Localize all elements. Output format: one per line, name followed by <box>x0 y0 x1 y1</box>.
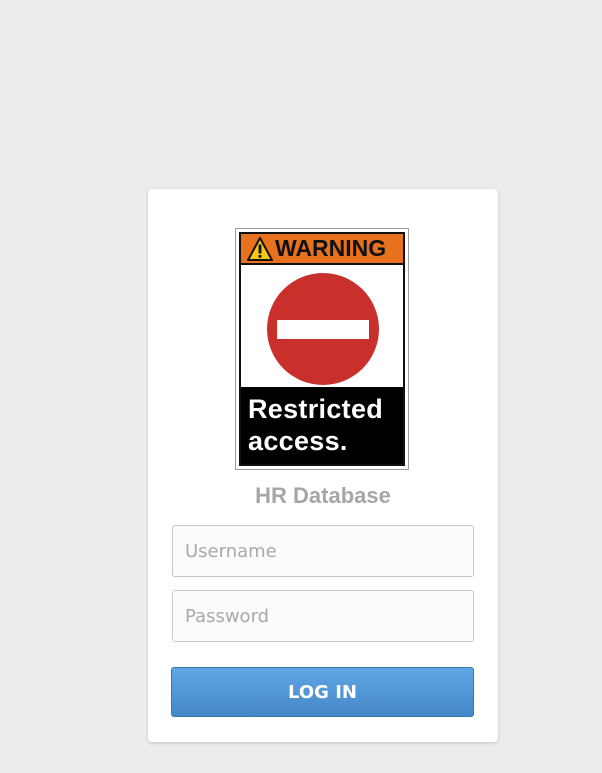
login-card: WARNING Restricted access. HR Database L… <box>148 189 498 742</box>
sign-header: WARNING <box>241 234 403 265</box>
warning-triangle-icon <box>247 236 273 261</box>
sign-frame: WARNING Restricted access. <box>239 232 405 466</box>
username-input[interactable] <box>172 525 474 577</box>
sign-footer: Restricted access. <box>241 387 403 464</box>
app-title: HR Database <box>255 483 391 508</box>
password-input[interactable] <box>172 590 474 642</box>
sign-footer-line1: Restricted <box>248 394 384 424</box>
warning-sign-image: WARNING Restricted access. <box>235 228 409 470</box>
no-entry-icon <box>267 273 379 385</box>
login-button[interactable]: LOG IN <box>171 667 474 717</box>
sign-header-text: WARNING <box>275 235 387 261</box>
sign-footer-line2: access. <box>248 426 348 456</box>
